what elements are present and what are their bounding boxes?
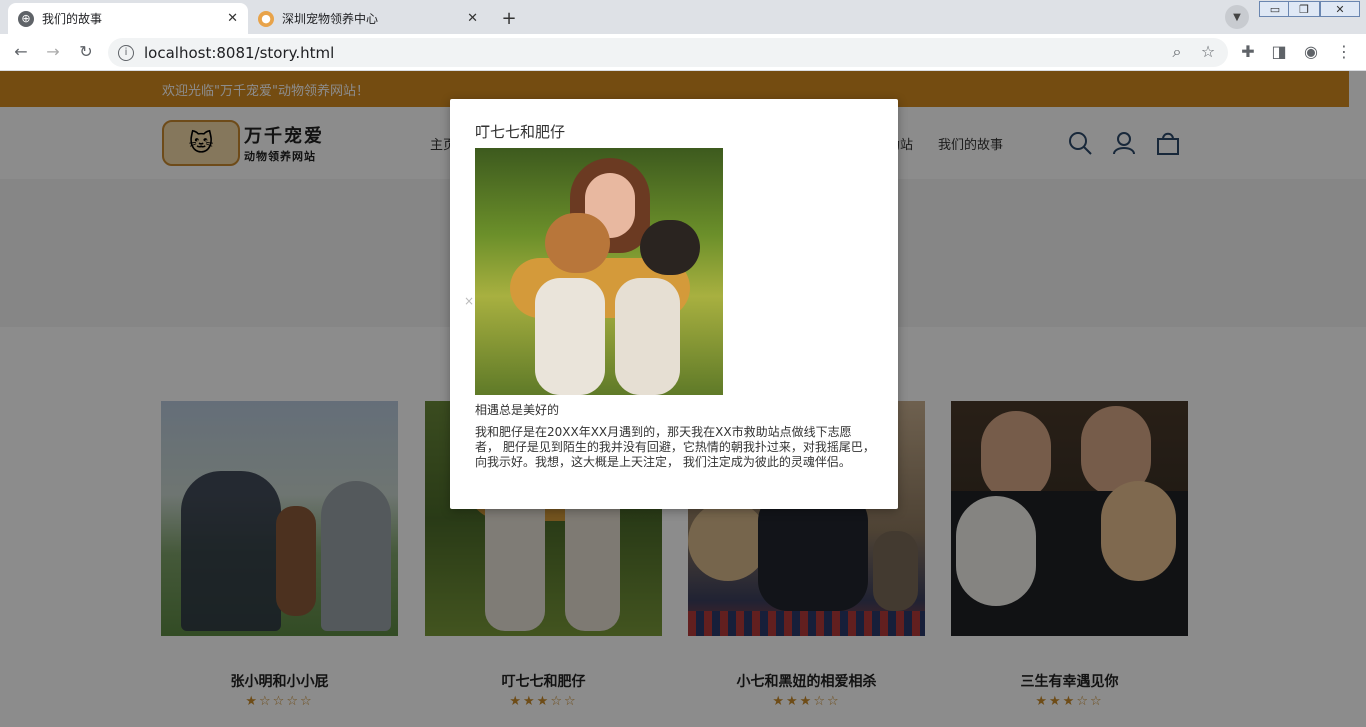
zoom-icon[interactable]: ⌕ [1166, 42, 1188, 62]
browser-tab-bar: ⊕ 我们的故事 ✕ ● 深圳宠物领养中心 ✕ + ▼ ▭ ❐ ✕ [0, 0, 1366, 34]
side-panel-icon[interactable]: ◨ [1268, 42, 1290, 61]
tab-shenzhen[interactable]: ● 深圳宠物领养中心 ✕ [248, 3, 488, 34]
modal-image [475, 148, 723, 395]
modal-subtitle: 相遇总是美好的 [475, 403, 560, 417]
tab-search-icon[interactable]: ▼ [1225, 5, 1249, 29]
profile-icon[interactable]: ◉ [1300, 42, 1322, 61]
tab-label: 我们的故事 [42, 12, 103, 26]
forward-icon[interactable]: → [42, 42, 64, 61]
minimize-icon[interactable]: ▭ [1259, 1, 1291, 17]
back-icon[interactable]: ← [10, 42, 32, 61]
story-modal: 叮七七和肥仔 相遇总是美好的 我和肥仔是在20XX年XX月遇到的，那天我在XX市… [450, 99, 898, 509]
restore-icon[interactable]: ❐ [1288, 1, 1320, 17]
modal-title: 叮七七和肥仔 [475, 123, 566, 141]
modal-body-text: 我和肥仔是在20XX年XX月遇到的，那天我在XX市救助站点做线下志愿者， 肥仔是… [475, 425, 875, 469]
new-tab-icon[interactable]: + [496, 6, 522, 30]
url-text: localhost:8081/story.html [144, 43, 335, 62]
modal-close-icon[interactable]: × [464, 294, 474, 308]
reload-icon[interactable]: ↻ [75, 42, 97, 61]
browser-toolbar: ← → ↻ i localhost:8081/story.html ⌕ ☆ ✚ … [0, 34, 1366, 71]
tab-story[interactable]: ⊕ 我们的故事 ✕ [8, 3, 248, 34]
extensions-icon[interactable]: ✚ [1237, 42, 1259, 61]
menu-icon[interactable]: ⋮ [1333, 42, 1355, 61]
globe-icon: ⊕ [18, 10, 34, 27]
close-window-icon[interactable]: ✕ [1320, 1, 1360, 17]
close-icon[interactable]: ✕ [467, 11, 478, 26]
site-favicon-icon: ● [258, 10, 274, 27]
tab-label: 深圳宠物领养中心 [282, 12, 379, 26]
bookmark-star-icon[interactable]: ☆ [1197, 42, 1219, 61]
address-bar[interactable]: i localhost:8081/story.html [108, 38, 1228, 67]
info-icon[interactable]: i [118, 44, 134, 61]
close-icon[interactable]: ✕ [227, 11, 238, 26]
